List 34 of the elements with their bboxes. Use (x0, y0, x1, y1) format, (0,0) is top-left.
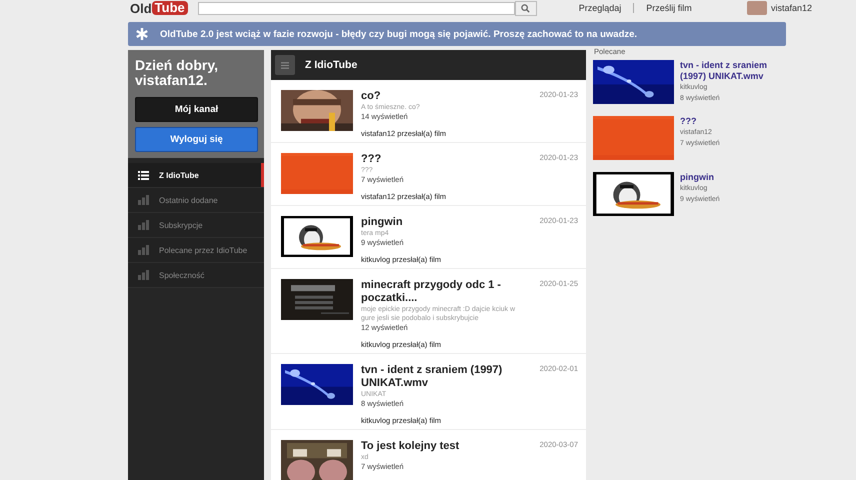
search-button[interactable] (514, 0, 537, 16)
sidebar-item[interactable]: Z IdioTube (128, 163, 264, 188)
search-field[interactable] (198, 2, 515, 14)
username[interactable]: vistafan12 (770, 3, 812, 13)
video-title[interactable]: ??? (361, 153, 524, 166)
bar-chart-icon (138, 195, 149, 205)
feed-title: Z IdioTube (305, 59, 358, 71)
greeting: Dzień dobry, vistafan12. (135, 58, 219, 88)
avatar[interactable] (746, 1, 767, 15)
video-title[interactable]: To jest kolejny test (361, 440, 524, 453)
menu-button[interactable] (275, 55, 295, 75)
asterisk-icon (136, 28, 148, 40)
video-title[interactable]: tvn - ident z sraniem (1997) UNIKAT.wmv (361, 364, 524, 390)
channel-button[interactable]: Mój kanał (135, 97, 258, 122)
video-title[interactable]: pingwin (680, 172, 720, 183)
bar-chart-icon (138, 220, 149, 230)
notice-text: OldTube 2.0 jest wciąż w fazie rozwoju - błędy czy bugi mogą się pojawić. Proszę zachować to na uwadze. (160, 28, 638, 40)
menu-icon (281, 60, 289, 70)
logout-button[interactable]: Wyloguj się (135, 127, 258, 152)
video-title[interactable]: pingwin (361, 216, 524, 229)
video-title[interactable]: minecraft przygody odc 1 - poczatki.... (361, 279, 524, 305)
nav-link[interactable]: Prześlij film (646, 3, 692, 13)
video-title[interactable]: tvn - ident z sraniem (1997) UNIKAT.wmv (680, 60, 793, 82)
video-title[interactable]: co? (361, 90, 524, 103)
search-icon (521, 4, 530, 12)
list-icon (138, 170, 149, 180)
sidebar-item[interactable]: Polecane przez IdioTube (128, 238, 264, 263)
bar-chart-icon (138, 245, 149, 255)
bar-chart-icon (138, 270, 149, 280)
sidebar-item[interactable]: Subskrypcje (128, 213, 264, 238)
sidebar-item[interactable]: Ostatnio dodane (128, 188, 264, 213)
video-title[interactable]: ??? (680, 116, 720, 127)
nav-link[interactable]: Przeglądaj (578, 3, 622, 13)
sidebar-item[interactable]: Społeczność (128, 263, 264, 288)
